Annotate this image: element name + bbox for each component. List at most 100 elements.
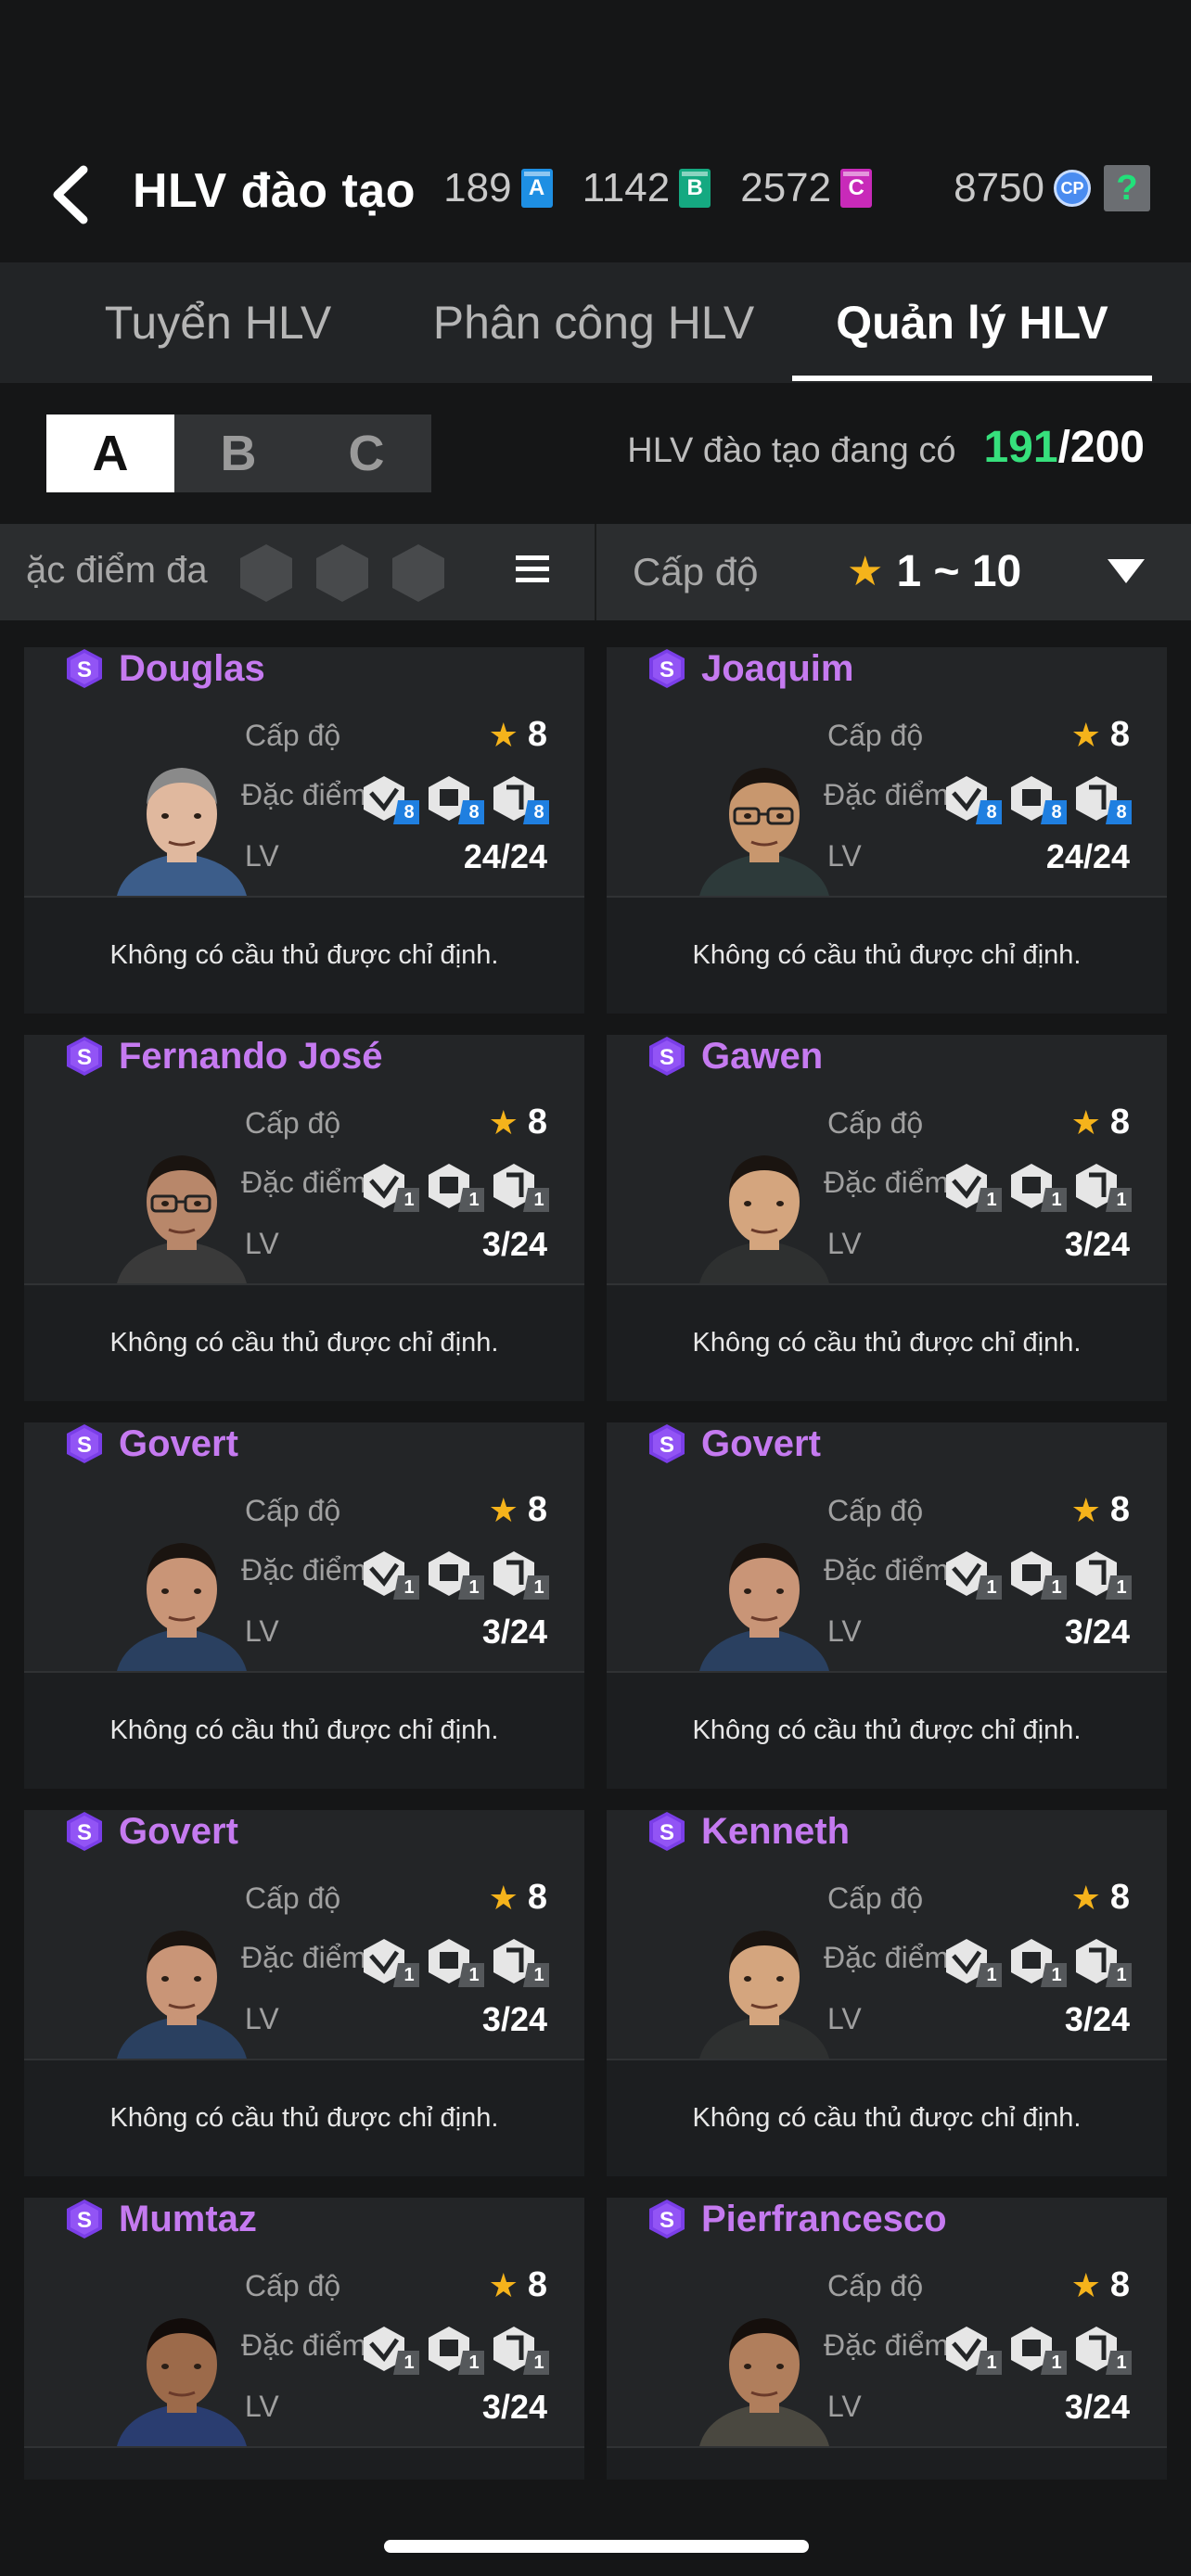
coach-name-row: S Pierfrancesco — [646, 2198, 947, 2240]
trait-icon: 1 — [1070, 2323, 1132, 2375]
coach-portrait — [117, 1543, 247, 1671]
coach-grid: S Douglas Cấp độ ★ 8 Đặc điểm 8 8 8 LV 2… — [0, 647, 1191, 2480]
home-indicator — [384, 2540, 809, 2553]
level-filter-dropdown[interactable]: Cấp độ ★ 1 ~ 10 — [596, 524, 1191, 620]
group-b-button[interactable]: B — [174, 414, 302, 492]
coach-name: Gawen — [701, 1035, 824, 1077]
back-button[interactable] — [37, 162, 102, 227]
lv-label: LV — [245, 1227, 279, 1260]
currency-bar: 189 A 1142 B 2572 C 8750 CP ? — [443, 165, 1150, 211]
coach-name: Mumtaz — [119, 2198, 257, 2239]
coach-name-row: S Govert — [63, 1422, 238, 1465]
tab-recruit[interactable]: Tuyển HLV — [37, 262, 399, 383]
s-grade-badge-icon: S — [67, 2200, 102, 2238]
coach-card[interactable]: S Douglas Cấp độ ★ 8 Đặc điểm 8 8 8 LV 2… — [24, 647, 584, 1014]
trait-icon: 8 — [488, 772, 549, 824]
coach-card-top: S Fernando José Cấp độ ★ 8 Đặc điểm 1 1 … — [24, 1035, 584, 1283]
coach-level: ★ 8 — [488, 1103, 547, 1141]
star-icon: ★ — [488, 1490, 519, 1529]
svg-text:S: S — [77, 2208, 92, 2233]
s-grade-badge-icon: S — [649, 1424, 685, 1463]
trait-icon: 1 — [423, 1935, 484, 1987]
group-c-button[interactable]: C — [302, 414, 430, 492]
trait-icon: 8 — [1005, 772, 1067, 824]
tab-bar: Tuyển HLV Phân công HLV Quản lý HLV — [0, 262, 1191, 383]
trait-icon: 1 — [1005, 1160, 1067, 1212]
currency-b-value: 1142 — [582, 165, 671, 210]
trait-icon: 8 — [941, 772, 1002, 824]
coach-count-label: HLV đào tạo đang có — [627, 431, 956, 470]
svg-text:S: S — [660, 1045, 674, 1070]
coach-name: Govert — [119, 1422, 238, 1464]
chevron-down-icon — [1108, 559, 1145, 583]
traits-label: Đặc điểm — [241, 1553, 367, 1587]
currency-c: 2572 C — [740, 165, 873, 211]
tab-assign[interactable]: Phân công HLV — [408, 262, 779, 383]
help-button[interactable]: ? — [1104, 165, 1150, 211]
tab-manage[interactable]: Quản lý HLV — [792, 262, 1152, 383]
coach-card[interactable]: S Pierfrancesco Cấp độ ★ 8 Đặc điểm 1 1 … — [607, 2198, 1167, 2480]
coach-assignment-status: Không có cầu thủ được chỉ định. — [607, 2446, 1167, 2480]
coach-lv: 3/24 — [481, 2000, 547, 2038]
currency-a-value: 189 — [443, 165, 512, 210]
level-label: Cấp độ — [827, 2269, 924, 2302]
svg-text:S: S — [660, 2208, 674, 2233]
level-label: Cấp độ — [827, 1494, 924, 1527]
coach-level: ★ 8 — [488, 1878, 547, 1917]
coach-name: Govert — [701, 1422, 821, 1464]
traits-label: Đặc điểm — [241, 1166, 367, 1199]
coach-traits: 1 1 1 — [358, 1935, 549, 1987]
trait-slot-1-icon[interactable] — [236, 542, 297, 604]
level-filter-value: ★ 1 ~ 10 — [847, 547, 1022, 596]
lv-label: LV — [245, 1614, 279, 1648]
currency-a: 189 A — [443, 165, 553, 211]
list-menu-icon[interactable] — [516, 555, 553, 589]
coach-assignment-status: Không có cầu thủ được chỉ định. — [607, 2059, 1167, 2176]
coach-card-top: S Kenneth Cấp độ ★ 8 Đặc điểm 1 1 1 LV 3… — [607, 1810, 1167, 2059]
trait-slot-3-icon[interactable] — [388, 542, 449, 604]
coach-lv: 3/24 — [1064, 1225, 1130, 1263]
trait-slot-2-icon[interactable] — [312, 542, 373, 604]
star-icon: ★ — [1070, 715, 1101, 754]
trait-filter: ặc điểm đa — [0, 524, 594, 620]
coach-name-row: S Mumtaz — [63, 2198, 257, 2240]
level-label: Cấp độ — [827, 1106, 924, 1140]
s-grade-badge-icon: S — [67, 1424, 102, 1463]
ticket-a-icon: A — [520, 169, 553, 208]
coach-card[interactable]: S Joaquim Cấp độ ★ 8 Đặc điểm 8 8 8 LV 2… — [607, 647, 1167, 1014]
coach-card[interactable]: S Gawen Cấp độ ★ 8 Đặc điểm 1 1 1 LV 3/2… — [607, 1035, 1167, 1401]
coach-lv: 3/24 — [1064, 2388, 1130, 2426]
star-icon: ★ — [1070, 2265, 1101, 2304]
tab-active-indicator — [792, 376, 1152, 381]
coach-lv: 3/24 — [1064, 1613, 1130, 1651]
coach-card[interactable]: S Fernando José Cấp độ ★ 8 Đặc điểm 1 1 … — [24, 1035, 584, 1401]
s-grade-badge-icon: S — [67, 1812, 102, 1851]
coach-card[interactable]: S Govert Cấp độ ★ 8 Đặc điểm 1 1 1 LV 3/… — [607, 1422, 1167, 1789]
s-grade-badge-icon: S — [67, 1037, 102, 1076]
coach-name-row: S Govert — [63, 1810, 238, 1853]
coach-card[interactable]: S Mumtaz Cấp độ ★ 8 Đặc điểm 1 1 1 LV 3/… — [24, 2198, 584, 2480]
chevron-left-icon — [53, 165, 88, 224]
coach-portrait — [699, 1931, 829, 2059]
star-icon: ★ — [1070, 1103, 1101, 1141]
star-icon: ★ — [1070, 1878, 1101, 1917]
coach-assignment-status: Không có cầu thủ được chỉ định. — [24, 2059, 584, 2176]
traits-label: Đặc điểm — [824, 2328, 950, 2362]
coach-card[interactable]: S Govert Cấp độ ★ 8 Đặc điểm 1 1 1 LV 3/… — [24, 1422, 584, 1789]
traits-label: Đặc điểm — [241, 778, 367, 811]
level-filter-label: Cấp độ — [633, 550, 759, 593]
star-icon: ★ — [488, 2265, 519, 2304]
trait-icon: 1 — [1005, 1935, 1067, 1987]
traits-label: Đặc điểm — [824, 1941, 950, 1974]
trait-icon: 1 — [358, 1935, 419, 1987]
cp-coin-icon: CP — [1054, 170, 1091, 207]
coach-card-top: S Govert Cấp độ ★ 8 Đặc điểm 1 1 1 LV 3/… — [24, 1422, 584, 1671]
coach-name: Douglas — [119, 647, 265, 689]
coach-card[interactable]: S Kenneth Cấp độ ★ 8 Đặc điểm 1 1 1 LV 3… — [607, 1810, 1167, 2176]
trait-icon: 8 — [358, 772, 419, 824]
group-a-button[interactable]: A — [46, 414, 174, 492]
coach-level: ★ 8 — [1070, 715, 1130, 754]
coach-lv: 24/24 — [463, 837, 547, 875]
coach-card[interactable]: S Govert Cấp độ ★ 8 Đặc điểm 1 1 1 LV 3/… — [24, 1810, 584, 2176]
lv-label: LV — [827, 2002, 862, 2035]
